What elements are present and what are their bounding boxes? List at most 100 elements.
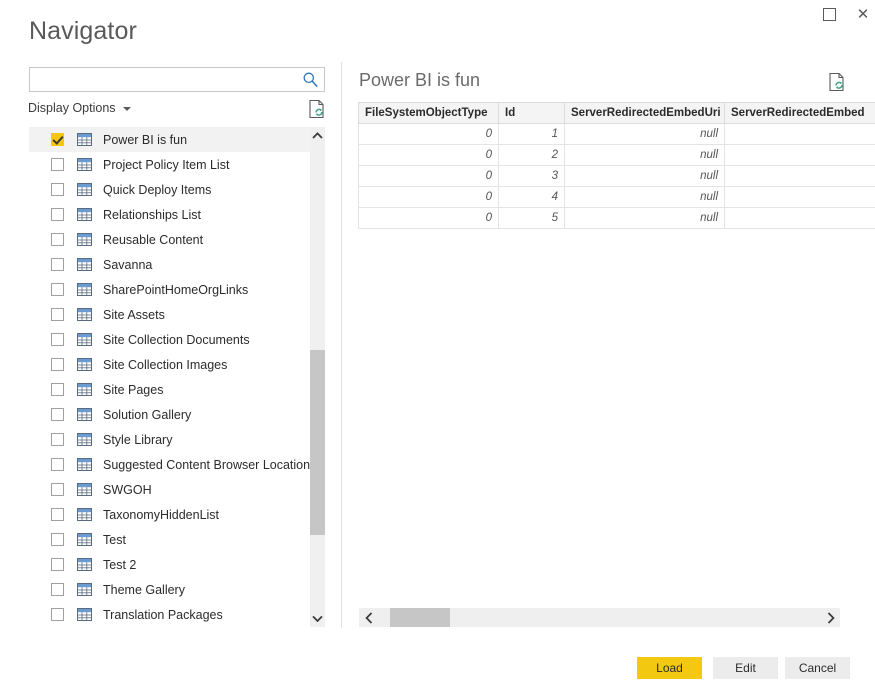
- scroll-right-button[interactable]: [821, 608, 840, 627]
- table-row: 0 4 null: [358, 186, 875, 208]
- list-item-checkbox[interactable]: [51, 258, 64, 271]
- list-item-checkbox[interactable]: [51, 158, 64, 171]
- list-item[interactable]: Quick Deploy Items: [29, 177, 310, 202]
- list-item-label: SWGOH: [103, 482, 152, 497]
- list-item-label: Quick Deploy Items: [103, 182, 212, 197]
- list-item[interactable]: Relationships List: [29, 202, 310, 227]
- close-button[interactable]: ✕: [842, 0, 875, 28]
- list-item[interactable]: Savanna: [29, 252, 310, 277]
- list-item[interactable]: Site Collection Documents: [29, 327, 310, 352]
- list-item-checkbox[interactable]: [51, 133, 64, 146]
- list-item-label: Test 2: [103, 557, 137, 572]
- list-item-checkbox[interactable]: [51, 608, 64, 621]
- list-item[interactable]: Solution Gallery: [29, 402, 310, 427]
- table-cell: null: [564, 144, 725, 166]
- list-item-checkbox[interactable]: [51, 208, 64, 221]
- list-item-checkbox[interactable]: [51, 508, 64, 521]
- table-icon: [77, 283, 92, 296]
- list-item[interactable]: Test 2: [29, 552, 310, 577]
- chevron-left-icon: [364, 611, 372, 624]
- edit-button[interactable]: Edit: [713, 657, 778, 679]
- table-cell: [724, 165, 875, 187]
- search-box[interactable]: [29, 67, 325, 92]
- list-item-checkbox[interactable]: [51, 483, 64, 496]
- list-item[interactable]: Power BI is fun: [29, 127, 310, 152]
- table-icon: [77, 358, 92, 371]
- maximize-icon: [822, 7, 836, 21]
- table-column-header[interactable]: ServerRedirectedEmbedUri: [564, 102, 725, 124]
- list-item-checkbox[interactable]: [51, 233, 64, 246]
- table-cell: 0: [358, 186, 499, 208]
- list-item[interactable]: SWGOH: [29, 477, 310, 502]
- list-item-checkbox[interactable]: [51, 458, 64, 471]
- list-item-label: TaxonomyHiddenList: [103, 507, 220, 522]
- table-cell: 4: [498, 186, 565, 208]
- table-column-header[interactable]: Id: [498, 102, 565, 124]
- load-button[interactable]: Load: [637, 657, 702, 679]
- list-item[interactable]: SharePointHomeOrgLinks: [29, 277, 310, 302]
- list-item-checkbox[interactable]: [51, 333, 64, 346]
- object-list[interactable]: Power BI is fun Project Policy Item List Q…: [29, 127, 325, 627]
- list-item-checkbox[interactable]: [51, 283, 64, 296]
- list-item-checkbox[interactable]: [51, 383, 64, 396]
- list-item[interactable]: Suggested Content Browser Locations: [29, 452, 316, 477]
- list-item[interactable]: Reusable Content: [29, 227, 310, 252]
- table-cell: [724, 123, 875, 145]
- table-column-header[interactable]: ServerRedirectedEmbed: [724, 102, 875, 124]
- list-item[interactable]: TaxonomyHiddenList: [29, 502, 310, 527]
- list-vertical-scrollbar[interactable]: [310, 127, 325, 627]
- list-item-checkbox[interactable]: [51, 583, 64, 596]
- list-item-label: Savanna: [103, 257, 153, 272]
- list-item-checkbox[interactable]: [51, 308, 64, 321]
- scroll-up-button[interactable]: [310, 127, 325, 144]
- list-item[interactable]: Project Policy Item List: [29, 152, 310, 177]
- preview-horizontal-scrollbar[interactable]: [359, 608, 840, 627]
- list-item-label: SharePointHomeOrgLinks: [103, 282, 249, 297]
- list-item[interactable]: Site Pages: [29, 377, 310, 402]
- table-cell: 2: [498, 144, 565, 166]
- list-item-label: Site Collection Images: [103, 357, 228, 372]
- table-icon: [77, 383, 92, 396]
- table-row: 0 2 null: [358, 144, 875, 166]
- scroll-left-button[interactable]: [359, 608, 378, 627]
- table-cell: 0: [358, 207, 499, 229]
- list-item[interactable]: Style Library: [29, 427, 310, 452]
- list-item-label: Relationships List: [103, 207, 201, 222]
- list-item-checkbox[interactable]: [51, 533, 64, 546]
- table-icon: [77, 508, 92, 521]
- refresh-preview-icon-left[interactable]: [308, 99, 326, 119]
- table-column-header[interactable]: FileSystemObjectType: [358, 102, 499, 124]
- table-cell: 5: [498, 207, 565, 229]
- table-cell: null: [564, 186, 725, 208]
- display-options-dropdown[interactable]: Display Options: [28, 101, 131, 115]
- search-input[interactable]: [30, 68, 300, 91]
- table-icon: [77, 158, 92, 171]
- table-icon: [77, 408, 92, 421]
- list-item-checkbox[interactable]: [51, 408, 64, 421]
- table-icon: [77, 483, 92, 496]
- table-cell: 0: [358, 144, 499, 166]
- list-item-checkbox[interactable]: [51, 183, 64, 196]
- table-cell: [724, 207, 875, 229]
- scroll-down-button[interactable]: [310, 610, 325, 627]
- table-icon: [77, 333, 92, 346]
- list-item[interactable]: Translation Packages: [29, 602, 310, 627]
- chevron-up-icon: [312, 132, 323, 139]
- list-item-checkbox[interactable]: [51, 558, 64, 571]
- list-item[interactable]: Theme Gallery: [29, 577, 310, 602]
- list-item-checkbox[interactable]: [51, 433, 64, 446]
- list-item[interactable]: Test: [29, 527, 310, 552]
- scroll-thumb[interactable]: [310, 350, 325, 535]
- table-cell: null: [564, 207, 725, 229]
- table-icon: [77, 308, 92, 321]
- cancel-button[interactable]: Cancel: [785, 657, 850, 679]
- table-cell: [724, 144, 875, 166]
- search-icon[interactable]: [302, 71, 319, 88]
- list-item-checkbox[interactable]: [51, 358, 64, 371]
- list-item[interactable]: Site Assets: [29, 302, 310, 327]
- table-icon: [77, 533, 92, 546]
- table-cell: null: [564, 123, 725, 145]
- list-item[interactable]: Site Collection Images: [29, 352, 310, 377]
- refresh-preview-icon-right[interactable]: [828, 72, 846, 92]
- scroll-thumb[interactable]: [390, 608, 450, 627]
